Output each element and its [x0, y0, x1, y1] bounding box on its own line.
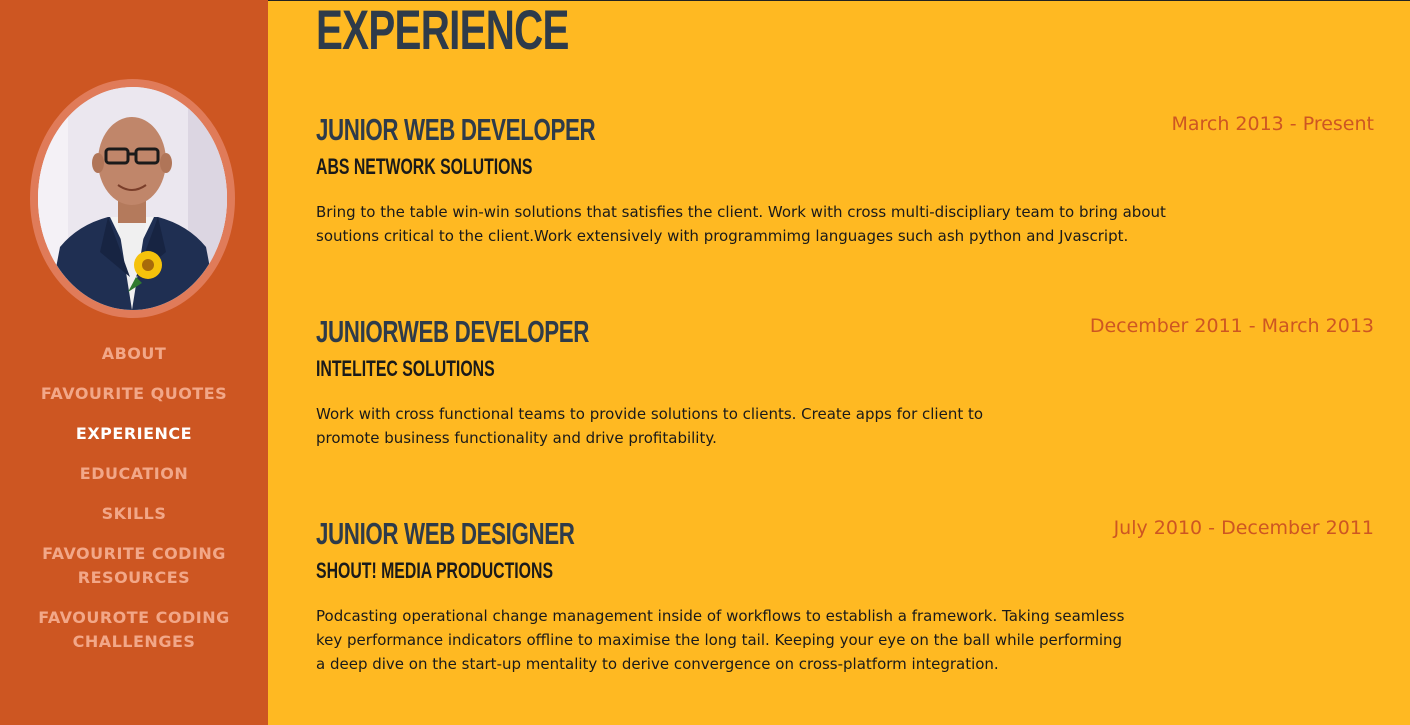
- job-company: ABS NETWORK SOLUTIONS: [316, 154, 533, 179]
- job-description: Bring to the table win-win solutions tha…: [316, 203, 1166, 245]
- job-entry: JUNIOR WEB DEVELOPER ABS NETWORK SOLUTIO…: [316, 112, 1374, 245]
- page-title: EXPERIENCE: [316, 0, 569, 61]
- sidebar: ABOUT FAVOURITE QUOTES EXPERIENCE EDUCAT…: [0, 0, 268, 725]
- job-dates: December 2011 - March 2013: [1089, 315, 1374, 337]
- job-entry: JUNIORWEB DEVELOPER INTELITEC SOLUTIONS …: [316, 314, 1374, 447]
- job-description: Podcasting operational change management…: [316, 607, 1125, 673]
- nav-item-favourote-coding-challenges[interactable]: FAVOUROTE CODING CHALLENGES: [0, 606, 268, 654]
- nav-item-favourite-quotes[interactable]: FAVOURITE QUOTES: [0, 382, 268, 406]
- nav-item-favourite-coding-resources[interactable]: FAVOURITE CODING RESOURCES: [0, 542, 268, 590]
- nav-item-about[interactable]: ABOUT: [0, 342, 268, 366]
- job-title: JUNIOR WEB DESIGNER: [316, 516, 575, 551]
- nav-item-education[interactable]: EDUCATION: [0, 462, 268, 486]
- job-dates: March 2013 - Present: [1171, 113, 1374, 135]
- job-title: JUNIORWEB DEVELOPER: [316, 314, 590, 349]
- job-entry: JUNIOR WEB DESIGNER SHOUT! MEDIA PRODUCT…: [316, 516, 1374, 673]
- sidebar-nav: ABOUT FAVOURITE QUOTES EXPERIENCE EDUCAT…: [0, 342, 268, 670]
- profile-photo: [38, 87, 227, 310]
- nav-item-experience[interactable]: EXPERIENCE: [0, 422, 268, 446]
- experience-section: EXPERIENCE JUNIOR WEB DEVELOPER ABS NETW…: [316, 0, 1376, 725]
- job-company: SHOUT! MEDIA PRODUCTIONS: [316, 558, 554, 583]
- job-title: JUNIOR WEB DEVELOPER: [316, 112, 596, 147]
- avatar: [38, 87, 227, 310]
- avatar-frame: [30, 79, 235, 318]
- job-company: INTELITEC SOLUTIONS: [316, 356, 495, 381]
- nav-item-skills[interactable]: SKILLS: [0, 502, 268, 526]
- job-description: Work with cross functional teams to prov…: [316, 405, 984, 447]
- job-dates: July 2010 - December 2011: [1113, 517, 1374, 539]
